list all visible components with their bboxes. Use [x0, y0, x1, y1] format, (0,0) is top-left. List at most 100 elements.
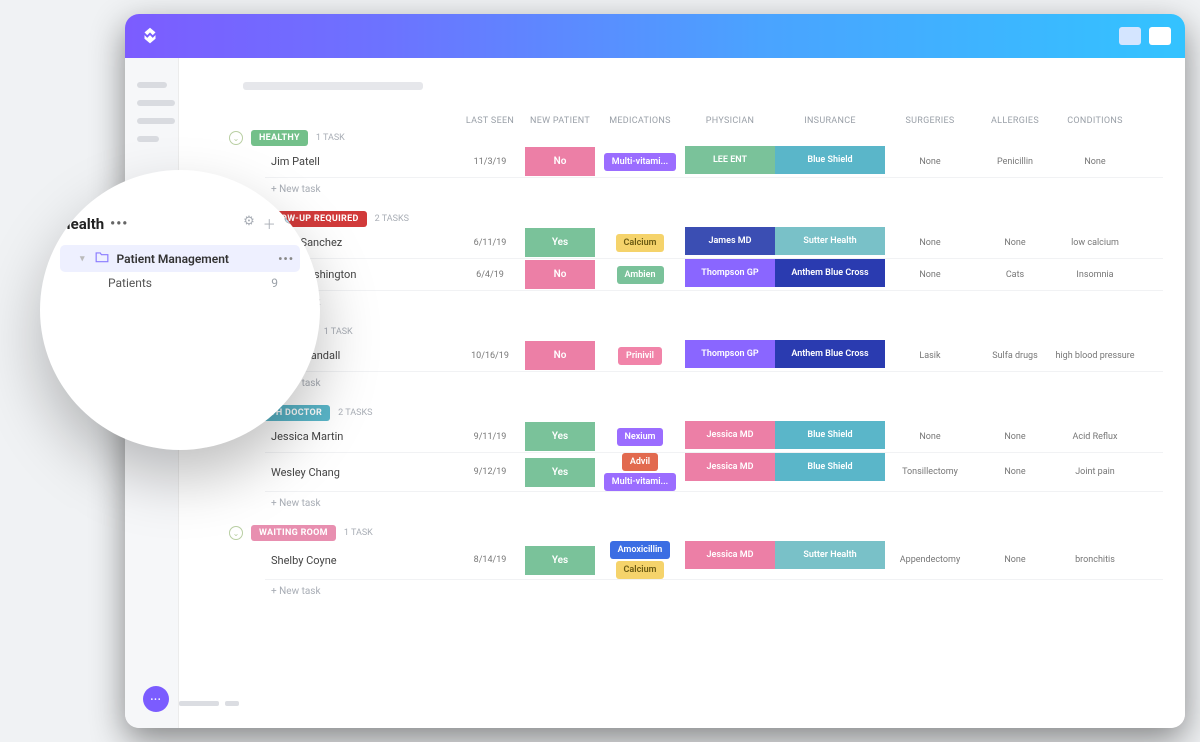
physician-pill[interactable]: James MD — [685, 227, 775, 255]
titlebar — [125, 14, 1185, 58]
add-task-button[interactable]: + New task — [271, 580, 1163, 599]
add-task-button[interactable]: + New task — [271, 492, 1163, 511]
new-patient-badge[interactable]: Yes — [525, 422, 595, 451]
allergies-cell: Cats — [975, 270, 1055, 280]
insurance-pill[interactable]: Anthem Blue Cross — [775, 259, 885, 287]
task-count: 1 TASK — [316, 133, 345, 143]
surgeries-cell: None — [885, 270, 975, 280]
chat-icon[interactable]: ••• — [143, 686, 169, 712]
status-group: ⌄WITH DOCTOR2 TASKSJessica Martin9/11/19… — [243, 405, 1163, 511]
settings-icon[interactable]: ⚙ — [243, 214, 255, 233]
surgeries-cell: None — [885, 238, 975, 248]
status-chip[interactable]: WAITING ROOM — [251, 525, 336, 541]
new-patient-badge[interactable]: Yes — [525, 458, 595, 487]
new-patient-badge[interactable]: No — [525, 341, 595, 370]
status-chip[interactable]: HEALTHY — [251, 130, 308, 146]
status-group: LAST SEENNEW PATIENTMEDICATIONSPHYSICIAN… — [243, 116, 1163, 197]
sidebar-folder[interactable]: ▾ Patient Management ••• — [60, 245, 300, 272]
medication-pill[interactable]: Calcium — [616, 561, 665, 579]
space-title[interactable]: Health ••• — [60, 215, 128, 233]
group-header[interactable]: ⌄WITH DOCTOR2 TASKS — [229, 405, 1163, 421]
patient-name[interactable]: Jessica Martin — [265, 430, 455, 443]
physician-pill[interactable]: Thompson GP — [685, 259, 775, 287]
space-title-label: Health — [60, 215, 104, 233]
medication-pill[interactable]: Ambien — [617, 266, 664, 284]
titlebar-tab[interactable] — [1149, 27, 1171, 45]
task-row[interactable]: Mimi Washington6/4/19NoAmbienThompson GP… — [265, 259, 1163, 291]
zoom-overlay: Health ••• ⚙ ＋ 🔍 ▾ Patient Management ••… — [40, 170, 320, 450]
medication-pill[interactable]: Amoxicillin — [610, 541, 671, 559]
physician-pill[interactable]: Thompson GP — [685, 340, 775, 368]
group-header[interactable]: ⌄ HEALTHY 1 TASK — [229, 130, 1163, 146]
collapse-icon[interactable]: ⌄ — [229, 526, 243, 540]
more-icon[interactable]: ••• — [110, 216, 128, 232]
column-header: MEDICATIONS — [595, 116, 685, 126]
group-header[interactable]: ⌄ WAITING ROOM 1 TASK — [229, 525, 1163, 541]
list-label: Patients — [108, 276, 152, 290]
medication-pill[interactable]: Advil — [622, 453, 658, 471]
add-task-button[interactable]: + New task — [271, 291, 1163, 310]
insurance-pill[interactable]: Blue Shield — [775, 421, 885, 449]
new-patient-badge[interactable]: No — [525, 260, 595, 289]
patient-name[interactable]: Shelby Coyne — [265, 554, 455, 567]
medication-pill[interactable]: Calcium — [616, 234, 665, 252]
task-count: 2 TASKS — [375, 214, 409, 224]
titlebar-tabs[interactable] — [1119, 27, 1171, 45]
column-header — [265, 116, 455, 126]
allergies-cell: Sulfa drugs — [975, 351, 1055, 361]
physician-pill[interactable]: LEE ENT — [685, 146, 775, 174]
last-seen: 10/16/19 — [455, 351, 525, 361]
last-seen: 8/14/19 — [455, 555, 525, 565]
last-seen: 9/11/19 — [455, 432, 525, 442]
physician-pill[interactable]: Jessica MD — [685, 453, 775, 481]
task-board: LAST SEENNEW PATIENTMEDICATIONSPHYSICIAN… — [243, 116, 1163, 599]
insurance-pill[interactable]: Sutter Health — [775, 541, 885, 569]
add-icon[interactable]: ＋ — [263, 214, 276, 233]
task-count: 1 TASK — [344, 528, 373, 538]
titlebar-tab[interactable] — [1119, 27, 1141, 45]
group-header[interactable]: ⌄FOLLOW-UP REQUIRED2 TASKS — [229, 211, 1163, 227]
task-row[interactable]: Jessica Martin9/11/19Yes Nexium Jessica MD… — [265, 421, 1163, 453]
medication-pill[interactable]: Multi-vitami... — [604, 473, 676, 491]
task-row[interactable]: Wesley Chang9/12/19Yes Advil Multi-vitami.… — [265, 453, 1163, 492]
column-headers: LAST SEENNEW PATIENTMEDICATIONSPHYSICIAN… — [265, 116, 1163, 126]
bottom-placeholder — [179, 701, 239, 706]
collapse-icon[interactable]: ⌄ — [229, 131, 243, 145]
patient-name[interactable]: Jim Patell — [265, 155, 455, 168]
conditions-cell: low calcium — [1055, 238, 1135, 248]
last-seen: 9/12/19 — [455, 467, 525, 477]
column-header: PHYSICIAN — [685, 116, 775, 126]
add-task-button[interactable]: + New task — [271, 372, 1163, 391]
add-task-button[interactable]: + New task — [271, 178, 1163, 197]
physician-pill[interactable]: Jessica MD — [685, 541, 775, 569]
task-row[interactable]: Jamie Randall10/16/19NoPrinivilThompson … — [265, 340, 1163, 372]
allergies-cell: None — [975, 238, 1055, 248]
patient-name[interactable]: Wesley Chang — [265, 466, 455, 479]
new-patient-badge[interactable]: Yes — [525, 228, 595, 257]
conditions-cell: Acid Reflux — [1055, 432, 1135, 442]
last-seen: 6/11/19 — [455, 238, 525, 248]
new-patient-badge[interactable]: No — [525, 147, 595, 176]
sidebar-list[interactable]: Patients 9 — [60, 276, 300, 290]
insurance-pill[interactable]: Blue Shield — [775, 453, 885, 481]
group-header[interactable]: ⌄LAB TESTS1 TASK — [229, 324, 1163, 340]
medication-pill[interactable]: Prinivil — [618, 347, 662, 365]
medication-pill[interactable]: Multi-vitami... — [604, 153, 676, 171]
folder-label: Patient Management — [117, 252, 229, 266]
insurance-pill[interactable]: Blue Shield — [775, 146, 885, 174]
physician-pill[interactable]: Jessica MD — [685, 421, 775, 449]
insurance-pill[interactable]: Anthem Blue Cross — [775, 340, 885, 368]
task-row[interactable]: Shelby Coyne8/14/19Yes Amoxicillin Calcium… — [265, 541, 1163, 580]
last-seen: 6/4/19 — [455, 270, 525, 280]
folder-more-icon[interactable]: ••• — [278, 252, 294, 266]
column-header: NEW PATIENT — [525, 116, 595, 126]
surgeries-cell: None — [885, 432, 975, 442]
task-row[interactable]: Elena Sanchez6/11/19YesCalciumJames MDSu… — [265, 227, 1163, 259]
task-count: 1 TASK — [324, 327, 353, 337]
medication-pill[interactable]: Nexium — [617, 428, 664, 446]
insurance-pill[interactable]: Sutter Health — [775, 227, 885, 255]
task-row[interactable]: Jim Patell11/3/19NoMulti-vitami...LEE EN… — [265, 146, 1163, 178]
column-header: CONDITIONS — [1055, 116, 1135, 126]
new-patient-badge[interactable]: Yes — [525, 546, 595, 575]
column-header: LAST SEEN — [455, 116, 525, 126]
